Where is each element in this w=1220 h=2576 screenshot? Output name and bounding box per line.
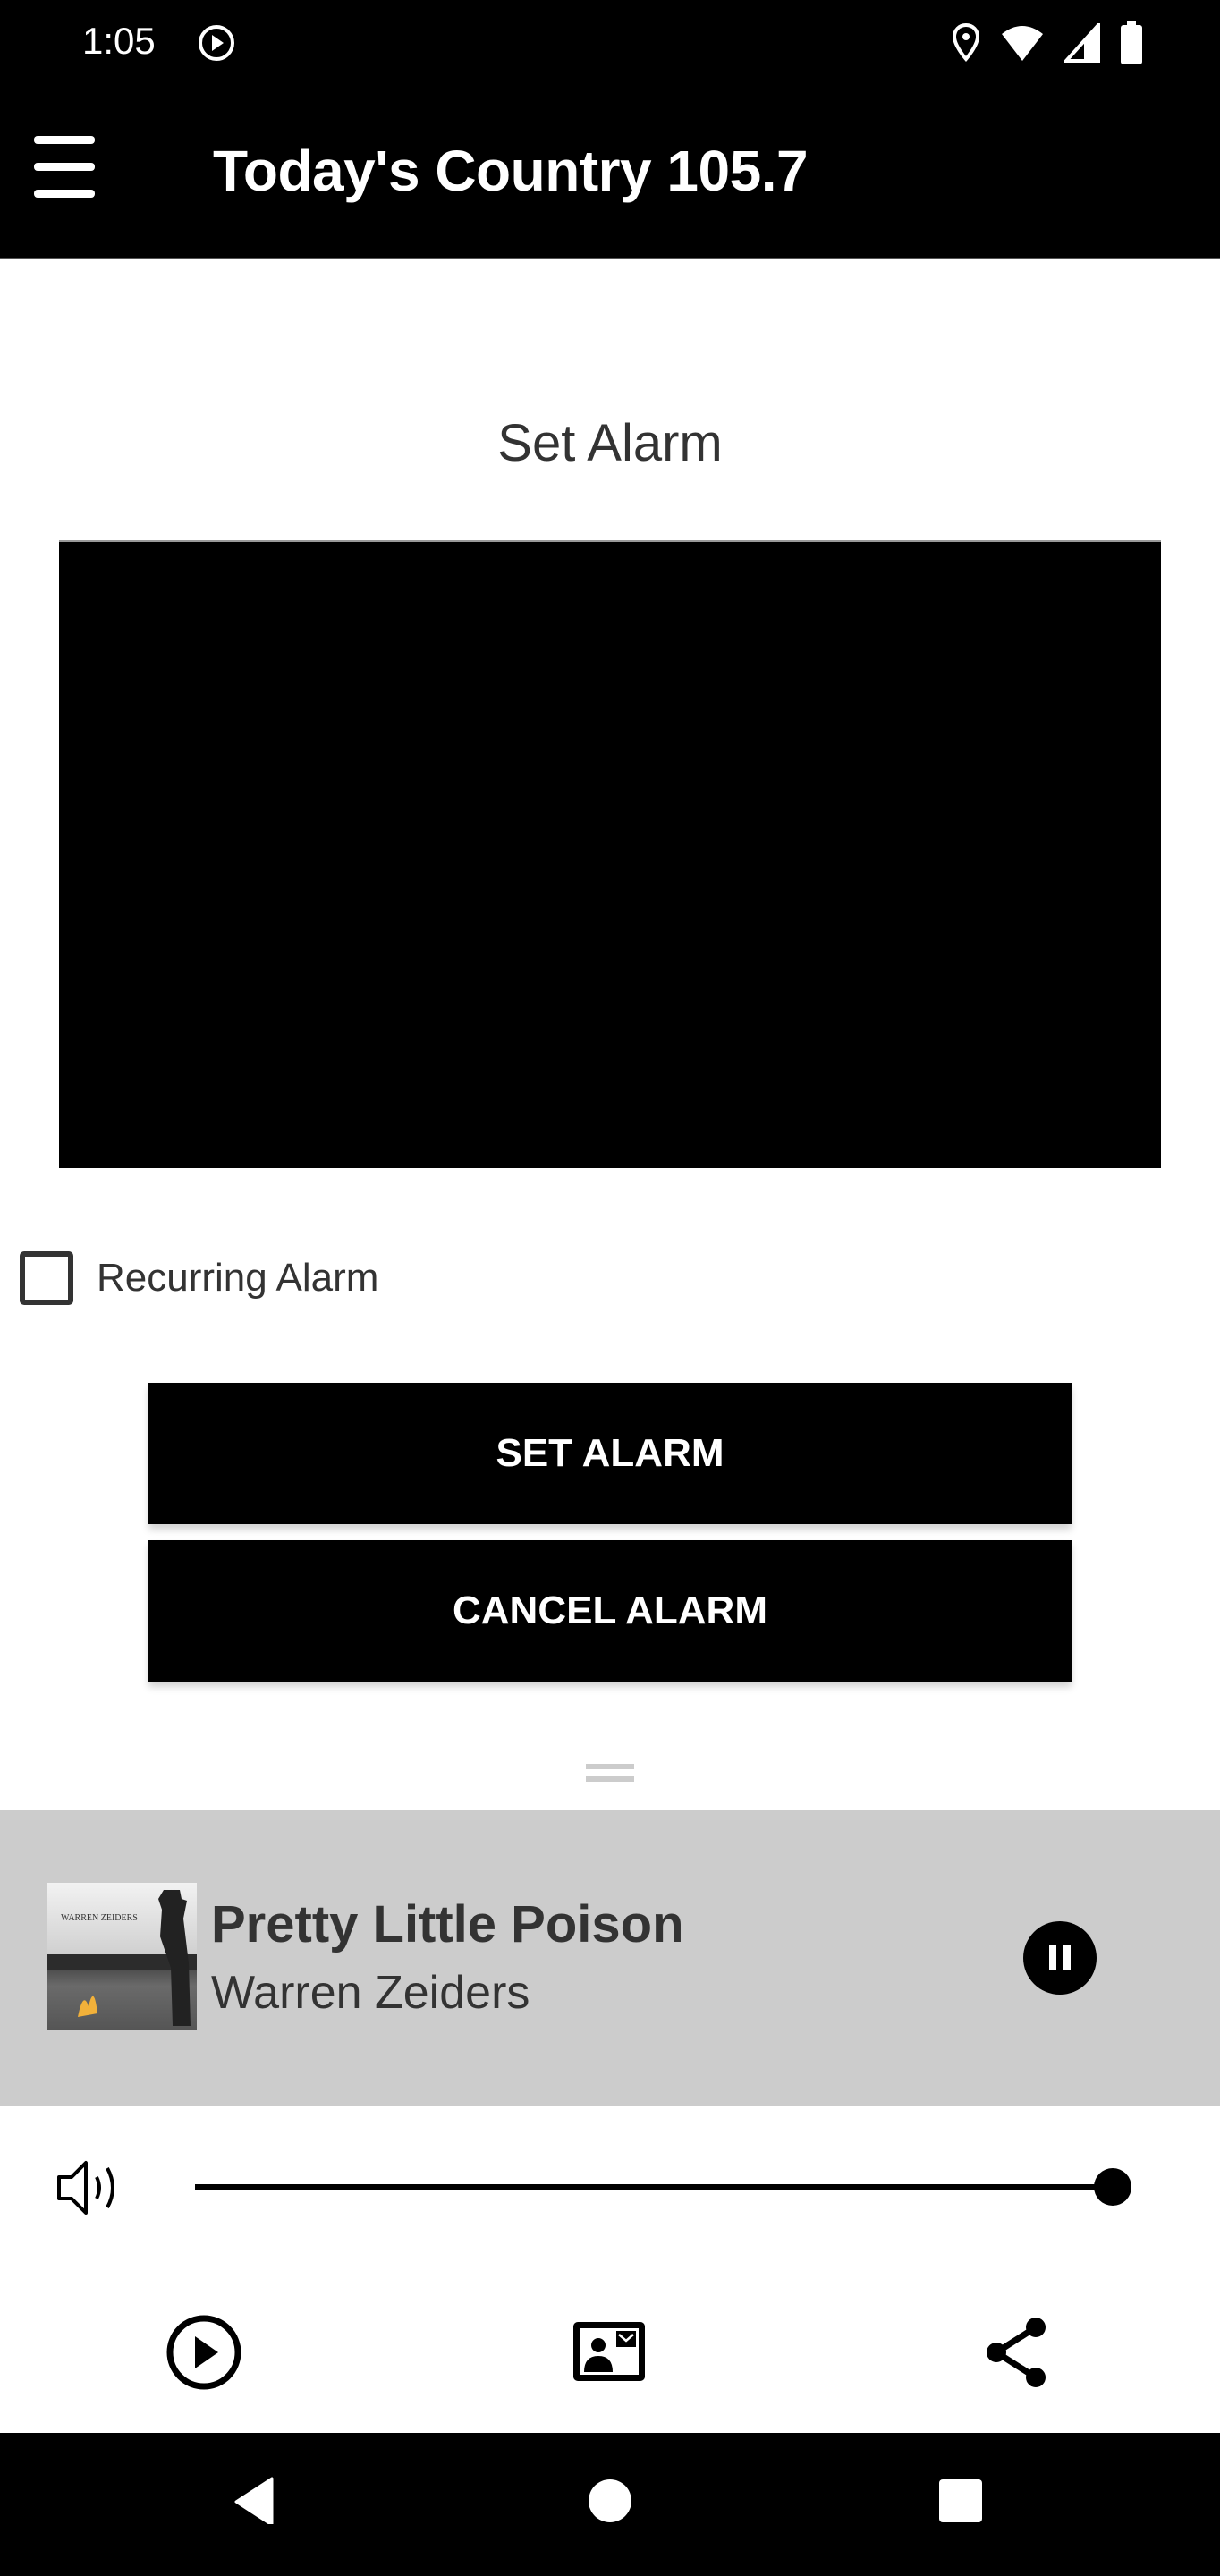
status-time: 1:05 [82,20,156,62]
album-art-text: WARREN ZEIDERS [61,1913,138,1923]
set-alarm-button[interactable]: SET ALARM [148,1383,1072,1524]
volume-slider-track[interactable] [195,2184,1113,2190]
pause-button[interactable] [1023,1921,1097,1995]
home-icon[interactable] [589,2479,631,2522]
app-title: Today's Country 105.7 [213,139,809,203]
contact-card-icon[interactable] [570,2313,648,2392]
location-icon [952,23,980,63]
recents-icon[interactable] [939,2479,982,2522]
drag-handle[interactable] [586,1764,634,1785]
hamburger-menu-icon[interactable] [32,132,97,202]
recurring-alarm-label: Recurring Alarm [97,1256,379,1300]
time-picker-area[interactable] [59,540,1161,1168]
volume-slider-thumb[interactable] [1094,2168,1131,2206]
back-icon[interactable] [231,2474,275,2524]
play-circle-icon[interactable] [165,2313,243,2392]
volume-icon[interactable] [55,2157,123,2218]
media-play-icon [199,25,234,61]
album-art: WARREN ZEIDERS [47,1883,197,2030]
share-icon[interactable] [977,2313,1055,2392]
battery-icon [1121,21,1142,64]
pause-icon-bar [1049,1945,1056,1970]
page-title: Set Alarm [497,414,723,472]
recurring-alarm-checkbox[interactable] [20,1251,73,1305]
status-icons [952,21,1143,64]
pause-icon-bar [1063,1945,1071,1970]
song-artist: Warren Zeiders [211,1967,530,2019]
recurring-alarm-row[interactable]: Recurring Alarm [20,1247,378,1309]
wifi-icon [1002,26,1043,61]
song-title: Pretty Little Poison [211,1895,684,1953]
signal-icon [1064,23,1100,63]
cancel-alarm-button[interactable]: CANCEL ALARM [148,1540,1072,1682]
app-bar: Today's Country 105.7 [0,86,1220,259]
